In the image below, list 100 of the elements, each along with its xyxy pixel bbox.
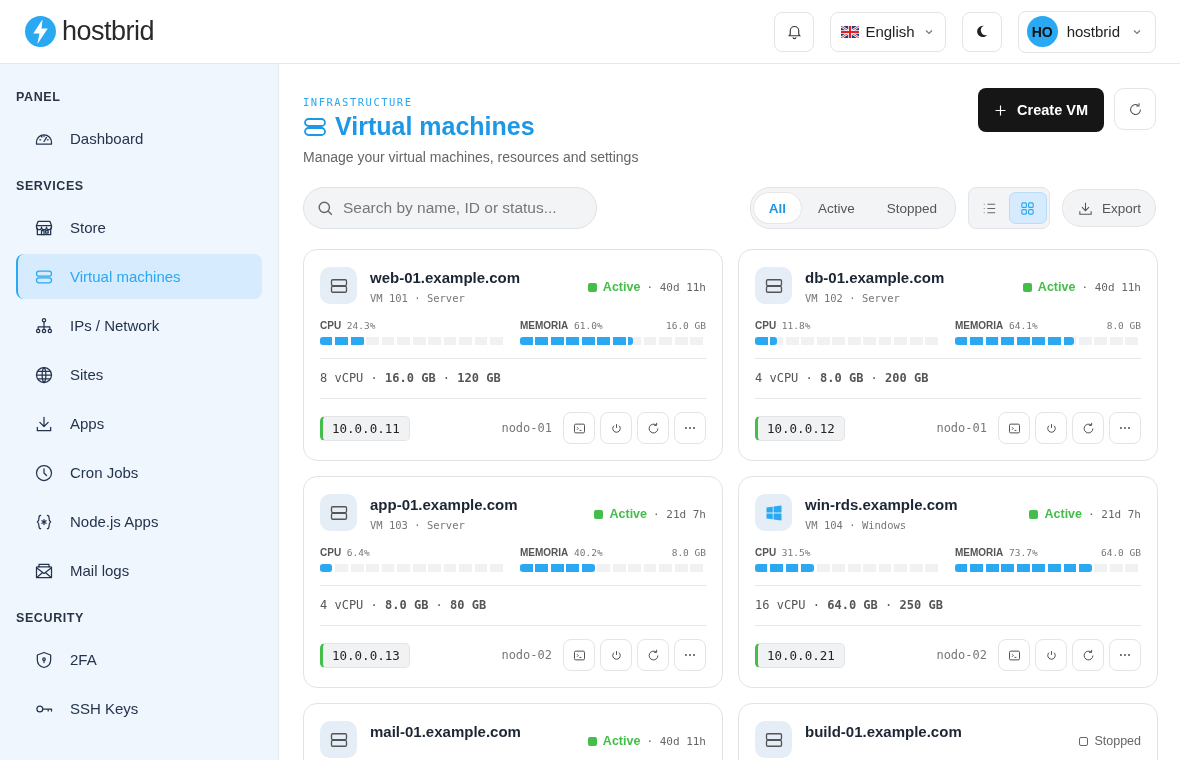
meter-total: 64.0 GB xyxy=(1100,547,1141,558)
terminal-icon xyxy=(1006,420,1022,436)
sidebar-item[interactable]: Sites xyxy=(16,352,262,397)
more-options-button[interactable] xyxy=(674,639,706,671)
terminal-icon xyxy=(1006,647,1022,663)
node-name: nodo-02 xyxy=(501,648,552,662)
flag-icon xyxy=(841,25,860,38)
clock-icon xyxy=(34,462,54,483)
restart-button[interactable] xyxy=(637,412,669,444)
grid-icon xyxy=(1019,199,1037,217)
server-icon xyxy=(320,494,357,531)
node-name: nodo-02 xyxy=(936,648,987,662)
restart-button[interactable] xyxy=(637,639,669,671)
server-icon xyxy=(320,267,357,304)
meter-label: MEMORIA 61.0% xyxy=(520,320,603,331)
meter-total: 8.0 GB xyxy=(671,547,706,558)
vm-name: win-rds.example.com xyxy=(805,496,959,513)
filter-tab[interactable]: Active xyxy=(802,193,870,223)
vm-specs: 8 vCPU · 16.0 GB · 120 GB xyxy=(320,359,706,399)
console-button[interactable] xyxy=(563,639,595,671)
filter-tab[interactable]: Stopped xyxy=(871,193,952,223)
vm-type: VM 101 · Server xyxy=(370,292,466,304)
vm-card[interactable]: win-rds.example.com VM 104 · Windows Active · 21d 7h CPU 31.5% MEMORIA 73.7% 64.0 GB 16 vCPU · 64.0 GB · 250 GB 10.0.0.21 nodo-02 xyxy=(738,476,1158,688)
grid-view-button[interactable] xyxy=(1009,193,1046,223)
vm-name: db-01.example.com xyxy=(805,269,946,286)
meter-label: CPU 31.5% xyxy=(755,547,811,558)
console-button[interactable] xyxy=(998,412,1030,444)
vm-type: VM 104 · Windows xyxy=(805,519,908,531)
status-label: Active xyxy=(1037,280,1076,294)
restart-icon xyxy=(1080,647,1096,663)
more-options-button[interactable] xyxy=(674,412,706,444)
status-indicator xyxy=(587,282,597,292)
vm-type: VM 103 · Server xyxy=(370,519,466,531)
vm-name: mail-01.example.com xyxy=(370,723,522,740)
console-button[interactable] xyxy=(563,412,595,444)
meter-label: CPU 11.8% xyxy=(755,320,811,331)
vm-card[interactable]: db-01.example.com VM 102 · Server Active · 40d 11h CPU 11.8% MEMORIA 64.1% 8.0 GB 4 vCPU · 8.0 GB · 200 GB 10.0.0.12 nodo-01 xyxy=(738,249,1158,461)
node-name: nodo-01 xyxy=(501,421,552,435)
windows-logo-icon xyxy=(755,494,792,531)
status-label: Active xyxy=(602,280,641,294)
lightning-logo-icon xyxy=(24,15,57,48)
dark-mode-button[interactable] xyxy=(961,11,1002,52)
sidebar-item[interactable]: Mail logs xyxy=(16,548,262,593)
language-selector[interactable]: English xyxy=(830,11,946,52)
page-subtitle: Manage your virtual machines, resources and settings xyxy=(303,149,639,165)
sidebar-section-title: SECURITY xyxy=(16,611,85,625)
server-icon xyxy=(320,721,357,758)
restart-button[interactable] xyxy=(1072,639,1104,671)
sidebar-item[interactable]: Apps xyxy=(16,401,262,446)
vm-card[interactable]: app-01.example.com VM 103 · Server Active · 21d 7h CPU 6.4% MEMORIA 40.2% 8.0 GB 4 vCPU · 8.0 GB · 80 GB 10.0.0.13 nodo-02 xyxy=(303,476,723,688)
status-label: Active xyxy=(609,507,647,521)
vm-specs: 4 vCPU · 8.0 GB · 200 GB xyxy=(755,359,1141,399)
ip-address: 10.0.0.13 xyxy=(320,642,410,668)
meter-label: MEMORIA 64.1% xyxy=(955,320,1038,331)
console-button[interactable] xyxy=(998,639,1030,671)
shield-icon xyxy=(34,649,54,670)
sidebar-item[interactable]: Dashboard xyxy=(16,116,262,161)
status-indicator xyxy=(587,736,597,746)
uptime: · 40d 11h xyxy=(646,280,706,294)
sidebar-item[interactable]: Store xyxy=(16,205,262,250)
vm-name: build-01.example.com xyxy=(805,723,963,740)
sidebar-item[interactable]: Node.js Apps xyxy=(16,499,262,544)
user-menu[interactable]: HO hostbrid xyxy=(1017,10,1156,53)
user-avatar: HO xyxy=(1026,16,1058,47)
node-name: nodo-01 xyxy=(936,421,987,435)
more-options-button[interactable] xyxy=(1109,412,1141,444)
sidebar-item[interactable]: 2FA xyxy=(16,637,262,682)
terminal-icon xyxy=(571,420,587,436)
power-button[interactable] xyxy=(1035,639,1067,671)
user-name: hostbrid xyxy=(1066,23,1120,40)
vm-card[interactable]: build-01.example.com Stopped xyxy=(738,703,1158,760)
server-icon xyxy=(755,267,792,304)
create-vm-button[interactable]: Create VM xyxy=(978,88,1104,132)
export-button[interactable]: Export xyxy=(1061,189,1156,227)
more-options-button[interactable] xyxy=(1109,639,1141,671)
status-label: Stopped xyxy=(1094,734,1141,748)
ip-address: 10.0.0.11 xyxy=(320,415,410,441)
sidebar-section-title: SERVICES xyxy=(16,179,85,193)
sidebar-item[interactable]: SSH Keys xyxy=(16,686,262,731)
refresh-button[interactable] xyxy=(1114,88,1156,130)
search-field[interactable]: Search by name, ID or status... xyxy=(303,187,597,229)
status-indicator xyxy=(1029,509,1039,519)
sidebar-item[interactable]: Cron Jobs xyxy=(16,450,262,495)
power-button[interactable] xyxy=(600,412,632,444)
status-indicator xyxy=(1079,736,1089,746)
page-eyebrow: INFRASTRUCTURE xyxy=(303,96,414,108)
vm-card[interactable]: mail-01.example.com Active · 40d 11h xyxy=(303,703,723,760)
power-button[interactable] xyxy=(1035,412,1067,444)
uptime: · 40d 11h xyxy=(646,734,706,748)
terminal-icon xyxy=(571,647,587,663)
uptime: · 40d 11h xyxy=(1081,280,1141,294)
sidebar-section-title: PANEL xyxy=(16,90,62,104)
restart-icon xyxy=(645,420,661,436)
restart-button[interactable] xyxy=(1072,412,1104,444)
status-indicator xyxy=(1022,282,1032,292)
power-button[interactable] xyxy=(600,639,632,671)
vm-card[interactable]: web-01.example.com VM 101 · Server Active · 40d 11h CPU 24.3% MEMORIA 61.0% 16.0 GB 8 vCPU · 16.0 GB · 120 GB 10.0.0.11 nodo-01 xyxy=(303,249,723,461)
logo-text: hostbrid xyxy=(62,16,155,47)
sidebar-item[interactable]: IPs / Network xyxy=(16,303,262,348)
notifications-button[interactable] xyxy=(774,11,815,52)
